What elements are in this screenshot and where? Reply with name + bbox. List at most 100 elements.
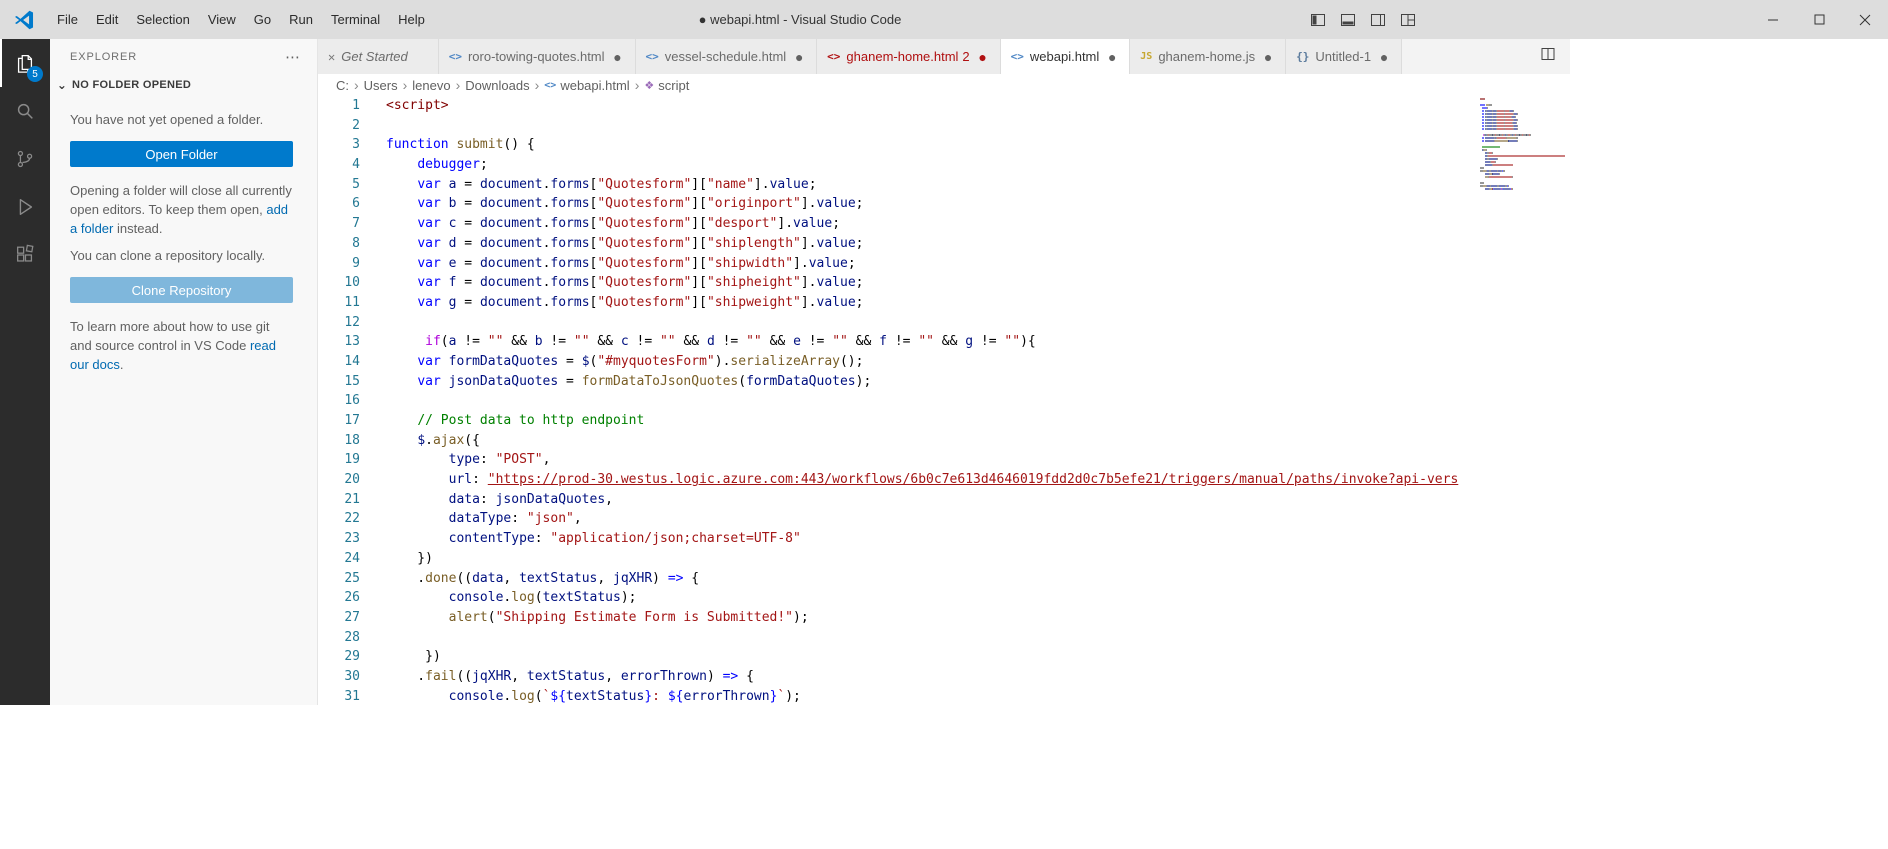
line-number: 7 (352, 216, 360, 232)
more-actions-icon[interactable]: ⋯ (279, 48, 307, 66)
toggle-secondary-sidebar-button[interactable] (1370, 12, 1386, 28)
code-text: var jsonDataQuotes = formDataToJsonQuote… (417, 373, 872, 389)
extensions-icon (17, 244, 34, 262)
breadcrumb-item-script[interactable]: ❖ script (644, 78, 689, 93)
breadcrumb-label: Downloads (465, 77, 530, 93)
breadcrumb-item-lenevo[interactable]: lenevo (412, 78, 450, 93)
clone-text: You can clone a repository locally. (70, 248, 266, 263)
modified-dot[interactable]: ● (1261, 49, 1275, 65)
tab-ghanem-home-js[interactable]: JS ghanem-home.js ● (1130, 39, 1287, 74)
code-text: .fail((jqXHR, textStatus, errorThrown) =… (386, 668, 754, 684)
tab-label: ghanem-home.js (1158, 49, 1256, 64)
code-text: var g = document.forms["Quotesform"]["sh… (417, 294, 864, 310)
minimap[interactable] (1480, 98, 1566, 191)
modified-dot[interactable]: ● (792, 49, 806, 65)
toggle-panel-button[interactable] (1340, 12, 1356, 28)
code-text: }) (386, 550, 433, 566)
customize-layout-button[interactable] (1400, 12, 1416, 28)
chevron-right-icon: › (534, 77, 540, 93)
breadcrumb-item-c-[interactable]: C: (336, 78, 349, 93)
chevron-right-icon: › (354, 77, 359, 93)
code-text: var formDataQuotes = $("#myquotesForm").… (417, 353, 864, 369)
line-number: 30 (344, 668, 360, 684)
line-number: 23 (344, 531, 360, 547)
code-line: 18 $.ajax({ (318, 431, 1478, 451)
code-editor[interactable]: 1 <script> 2 3 function submit() {4 debugger… (318, 96, 1570, 705)
menu-go[interactable]: Go (245, 7, 280, 33)
toggle-sidebar-button[interactable] (1310, 12, 1326, 28)
tab-roro-towing-quotes-html[interactable]: <> roro-towing-quotes.html ● (438, 39, 636, 74)
split-editor-button[interactable] (1540, 46, 1556, 67)
code-text: alert("Shipping Estimate Form is Submitt… (448, 609, 809, 625)
line-number: 13 (344, 334, 360, 350)
code-line: 24 }) (318, 549, 1478, 569)
section-no-folder-opened[interactable]: ⌄ NO FOLDER OPENED (50, 74, 317, 96)
tab-webapi-html[interactable]: <> webapi.html ● (1000, 39, 1131, 74)
modified-dot[interactable]: ● (1105, 49, 1119, 65)
breadcrumb-item-users[interactable]: Users (364, 78, 398, 93)
line-number: 14 (344, 353, 360, 369)
modified-dot[interactable]: ● (611, 49, 625, 65)
code-line: 23 contentType: "application/json;charse… (318, 529, 1478, 549)
code-line: 16 (318, 391, 1478, 411)
source-control-icon (17, 150, 33, 168)
breadcrumb-item-downloads[interactable]: Downloads (465, 78, 529, 93)
code-line: 4 debugger; (318, 155, 1478, 175)
line-number: 15 (344, 373, 360, 389)
menu-terminal[interactable]: Terminal (322, 7, 389, 33)
code-text: data: jsonDataQuotes, (448, 491, 613, 507)
code-text: var b = document.forms["Quotesform"]["or… (417, 196, 864, 212)
menu-selection[interactable]: Selection (127, 7, 198, 33)
menu-file[interactable]: File (48, 7, 87, 33)
line-number: 9 (352, 255, 360, 271)
modified-dot[interactable]: ● (976, 49, 990, 65)
code-lines: 1 <script> 2 3 function submit() {4 debugger… (318, 96, 1478, 705)
tab-vessel-schedule-html[interactable]: <> vessel-schedule.html ● (635, 39, 818, 74)
activity-search[interactable] (0, 87, 50, 135)
activity-explorer[interactable]: 5 (0, 39, 50, 87)
code-line: 14 var formDataQuotes = $("#myquotesForm… (318, 352, 1478, 372)
line-number: 16 (344, 393, 360, 409)
no-folder-text: You have not yet opened a folder. (70, 112, 264, 127)
menu-help[interactable]: Help (389, 7, 434, 33)
open-folder-button[interactable]: Open Folder (70, 141, 293, 167)
tab-get-started[interactable]: ✕ Get Started (318, 39, 439, 74)
line-number: 26 (344, 590, 360, 606)
minimize-button[interactable] (1750, 0, 1796, 39)
editor-group: ✕ Get Started <> roro-towing-quotes.html ● <>… (318, 39, 1570, 705)
tab-ghanem-home-html[interactable]: <> ghanem-home.html 2 ● (817, 39, 1001, 74)
code-line: 2 (318, 116, 1478, 136)
sidebar-title: EXPLORER (70, 50, 138, 63)
line-number: 21 (344, 491, 360, 507)
activity-run-debug[interactable] (0, 183, 50, 231)
close-window-button[interactable] (1842, 0, 1888, 39)
tab-bar: ✕ Get Started <> roro-towing-quotes.html ● <>… (318, 39, 1570, 74)
modified-dot[interactable]: ● (1377, 49, 1391, 65)
code-line: 31 console.log(`${textStatus}: ${errorTh… (318, 687, 1478, 705)
chevron-down-icon: ⌄ (56, 78, 68, 92)
close-icon: ✕ (328, 49, 336, 64)
code-line: 1 <script> (318, 96, 1478, 116)
untitled-file-icon: {} (1296, 50, 1310, 63)
tab-untitled-1[interactable]: {} Untitled-1 ● (1286, 39, 1403, 74)
code-line: 7 var c = document.forms["Quotesform"]["… (318, 214, 1478, 234)
window-controls (1750, 0, 1888, 39)
breadcrumb-item-webapi-html[interactable]: <> webapi.html (544, 78, 629, 93)
menu-edit[interactable]: Edit (87, 7, 127, 33)
activity-source-control[interactable] (0, 135, 50, 183)
tab-label: roro-towing-quotes.html (467, 49, 605, 64)
line-number: 11 (344, 294, 360, 310)
tab-label: Get Started (341, 49, 408, 64)
menu-view[interactable]: View (199, 7, 245, 33)
breadcrumb-label: lenevo (412, 77, 451, 93)
line-number: 8 (352, 235, 360, 251)
menu-run[interactable]: Run (280, 7, 322, 33)
learn-text: To learn more about how to use git and s… (70, 317, 293, 374)
maximize-button[interactable] (1796, 0, 1842, 39)
breadcrumb-label: C: (336, 77, 349, 93)
activity-extensions[interactable] (0, 231, 50, 279)
tab-actions (1540, 39, 1570, 74)
clone-repository-button[interactable]: Clone Repository (70, 277, 293, 303)
line-number: 12 (344, 314, 360, 330)
keep-open-text-1: Opening a folder will close all currentl… (70, 183, 292, 217)
